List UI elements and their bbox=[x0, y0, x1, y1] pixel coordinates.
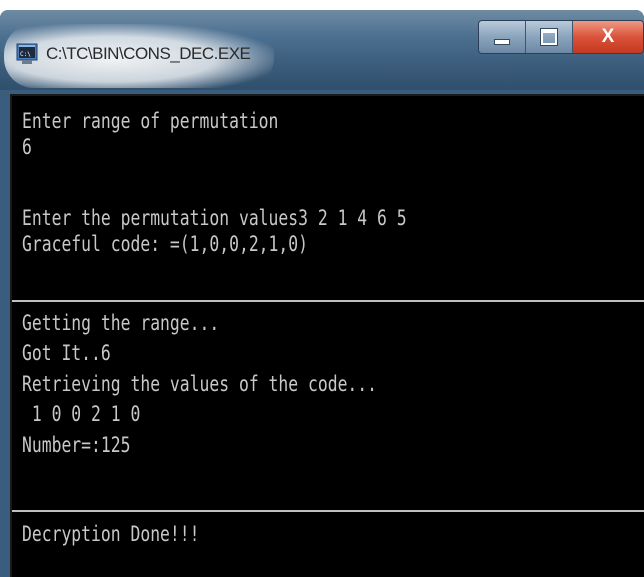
console-line: Graceful code: =(1,0,0,2,1,0) bbox=[22, 232, 308, 256]
close-button[interactable]: X bbox=[573, 21, 643, 53]
maximize-button[interactable] bbox=[526, 21, 573, 53]
console-line: Retrieving the values of the code... bbox=[22, 372, 378, 396]
close-icon: X bbox=[601, 26, 615, 47]
console-output[interactable]: Enter range of permutation 6 Enter the p… bbox=[10, 94, 644, 577]
console-line: 6 bbox=[22, 135, 32, 159]
minimize-button[interactable] bbox=[479, 21, 526, 53]
console-line: Got It..6 bbox=[22, 341, 111, 365]
maximize-icon bbox=[541, 29, 557, 45]
title-bar[interactable]: C:\ C:\TC\BIN\CONS_DEC.EXE X bbox=[0, 10, 644, 90]
console-line: Enter range of permutation bbox=[22, 109, 279, 133]
console-line: Number=:125 bbox=[22, 433, 131, 457]
console-window: C:\ C:\TC\BIN\CONS_DEC.EXE X Enter range… bbox=[0, 10, 644, 577]
console-line: Decryption Done!!! bbox=[22, 522, 200, 546]
console-app-icon[interactable]: C:\ bbox=[16, 42, 40, 66]
caption-buttons: X bbox=[478, 20, 644, 54]
section-divider bbox=[12, 300, 644, 302]
console-line: Getting the range... bbox=[22, 311, 220, 335]
svg-text:C:\: C:\ bbox=[20, 51, 31, 58]
console-line: 1 0 0 2 1 0 bbox=[22, 402, 141, 426]
console-line: Enter the permutation values3 2 1 4 6 5 bbox=[22, 206, 407, 230]
minimize-icon bbox=[494, 39, 510, 45]
section-divider bbox=[12, 510, 644, 512]
window-title: C:\TC\BIN\CONS_DEC.EXE bbox=[46, 44, 251, 63]
